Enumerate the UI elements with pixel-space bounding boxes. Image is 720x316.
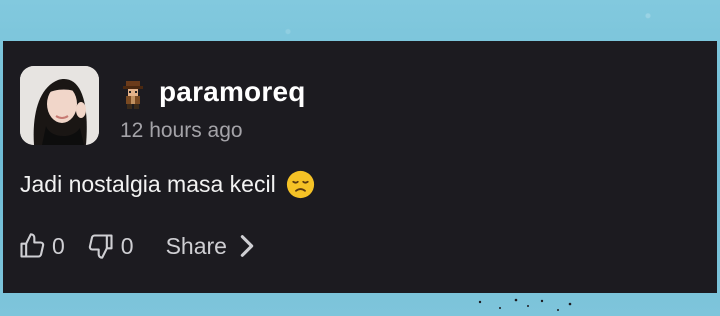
share-label: Share xyxy=(165,232,227,259)
user-badge-icon xyxy=(123,81,143,109)
username[interactable]: paramoreq xyxy=(159,76,306,108)
chevron-right-icon xyxy=(240,235,254,257)
comment-text: Jadi nostalgia masa kecil xyxy=(20,170,315,199)
avatar-photo-icon xyxy=(20,66,99,145)
comment-actions: 0 0 Share xyxy=(18,231,261,261)
like-button[interactable]: 0 xyxy=(18,232,65,260)
thumbs-up-icon xyxy=(20,233,45,258)
like-count: 0 xyxy=(52,232,65,259)
comment-card: paramoreq 12 hours ago Jadi nostalgia ma… xyxy=(3,41,717,293)
dislike-count: 0 xyxy=(120,232,134,259)
comment-message: Jadi nostalgia masa kecil xyxy=(20,171,276,197)
disappointed-face-icon xyxy=(286,170,314,199)
avatar[interactable] xyxy=(20,66,99,145)
background-speckles xyxy=(478,298,572,311)
share-button[interactable]: Share xyxy=(166,232,261,260)
thumbs-down-icon xyxy=(88,234,113,259)
timestamp: 12 hours ago xyxy=(120,119,243,142)
dislike-button[interactable]: 0 xyxy=(87,232,134,260)
